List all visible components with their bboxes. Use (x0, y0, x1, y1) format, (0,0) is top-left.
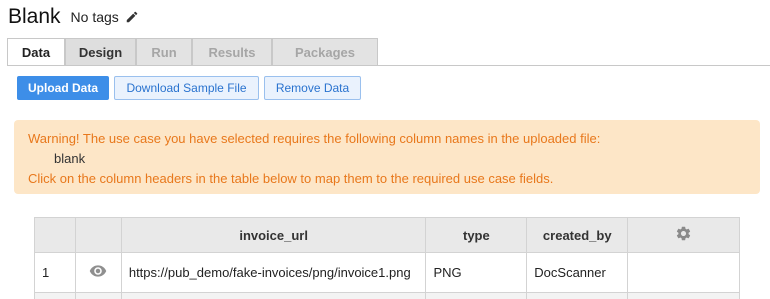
tab-data[interactable]: Data (7, 38, 65, 66)
remove-data-button[interactable]: Remove Data (264, 76, 361, 100)
cell-invoice-url: https://pub_demo/fake-invoices/png/invoi… (120, 252, 427, 293)
cell-invoice-url (120, 292, 427, 299)
page-title: Blank (8, 5, 61, 28)
column-header-type[interactable]: type (425, 217, 528, 253)
row-view-cell (74, 292, 122, 299)
table-header-row: invoice_url type created_by (34, 217, 740, 253)
pencil-icon[interactable] (125, 10, 139, 24)
warning-instruction: Click on the column headers in the table… (28, 171, 554, 186)
column-header-invoice-url[interactable]: invoice_url (120, 217, 427, 253)
view-column-header (74, 217, 122, 253)
settings-column-header[interactable] (627, 217, 740, 253)
cell-created-by (526, 292, 629, 299)
table-row (34, 292, 740, 299)
tab-design[interactable]: Design (65, 38, 136, 66)
gear-icon[interactable] (675, 225, 692, 242)
data-actions: Upload Data Download Sample File Remove … (17, 76, 366, 100)
row-index (34, 292, 76, 299)
row-index: 1 (34, 252, 76, 293)
download-sample-button[interactable]: Download Sample File (114, 76, 259, 100)
row-view-cell[interactable] (74, 252, 122, 293)
tab-packages: Packages (272, 38, 378, 66)
tags-editor[interactable]: No tags (71, 9, 139, 25)
table-row: 1 https://pub_demo/fake-invoices/png/inv… (34, 252, 740, 293)
column-header-created-by[interactable]: created_by (526, 217, 629, 253)
tab-results: Results (192, 38, 272, 66)
required-column-name: blank (54, 151, 86, 166)
upload-data-button[interactable]: Upload Data (17, 76, 109, 100)
eye-icon[interactable] (89, 262, 107, 280)
cell-type: PNG (425, 252, 528, 293)
cell-type (425, 292, 528, 299)
page-header: Blank No tags (8, 5, 139, 29)
tab-run: Run (136, 38, 192, 66)
tab-divider (7, 65, 770, 66)
cell-created-by: DocScanner (526, 252, 629, 293)
index-column-header (34, 217, 76, 253)
warning-message: Warning! The use case you have selected … (28, 131, 601, 146)
cell-extra (627, 252, 740, 293)
data-table: invoice_url type created_by 1 https://pu… (34, 217, 740, 299)
warning-banner: Warning! The use case you have selected … (14, 120, 760, 194)
tab-bar: Data Design Run Results Packages (7, 38, 378, 66)
cell-extra (627, 292, 740, 299)
tags-label: No tags (70, 9, 119, 25)
